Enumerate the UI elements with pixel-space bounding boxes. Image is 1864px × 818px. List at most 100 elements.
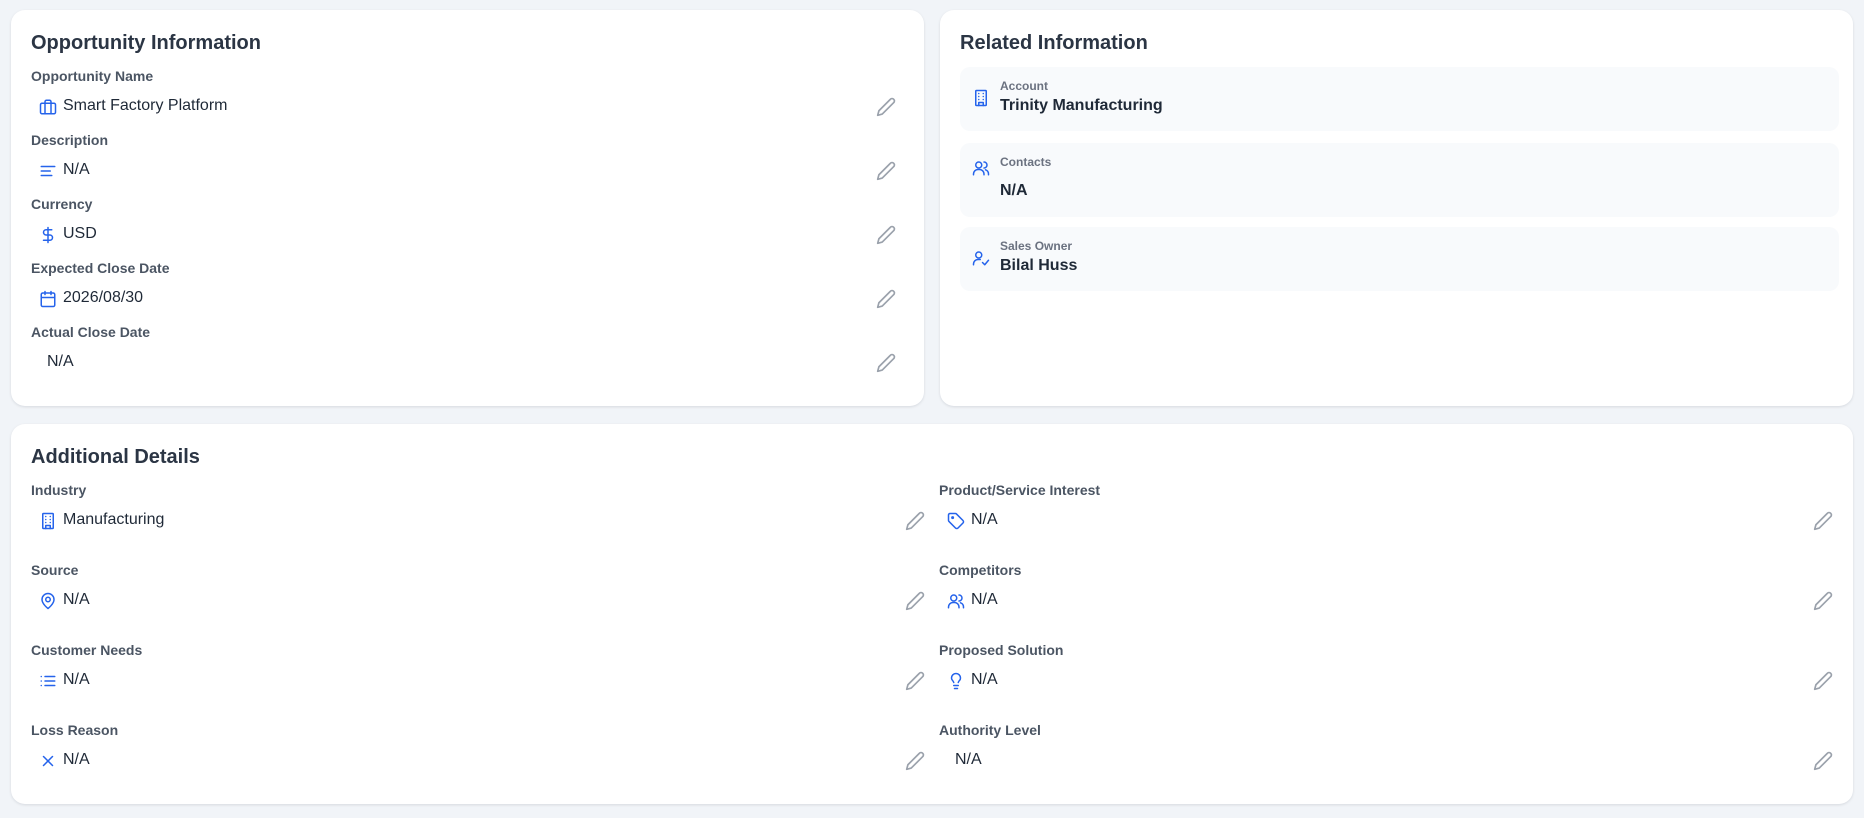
lightbulb-icon	[947, 672, 965, 690]
pencil-icon	[1813, 751, 1833, 771]
related-item-label: Contacts	[1000, 155, 1052, 169]
field-source: Source N/A	[31, 562, 931, 626]
field-value-row: N/A	[31, 664, 931, 698]
x-icon	[39, 752, 57, 770]
field-value: N/A	[955, 751, 982, 768]
related-item-account[interactable]: Account Trinity Manufacturing	[960, 67, 1839, 131]
related-information-title: Related Information	[960, 32, 1148, 54]
field-value-row: USD	[31, 218, 902, 252]
field-actual-close-date: Actual Close Date N/A	[31, 324, 902, 388]
tag-icon	[947, 512, 965, 530]
pencil-icon	[876, 353, 896, 373]
field-value: 2026/08/30	[63, 289, 144, 306]
briefcase-icon	[39, 98, 57, 116]
pencil-icon	[1813, 511, 1833, 531]
field-label: Source	[31, 562, 79, 578]
field-value: Manufacturing	[63, 511, 165, 528]
field-label: Proposed Solution	[939, 642, 1064, 658]
edit-loss-reason-button[interactable]	[903, 749, 927, 773]
field-value: N/A	[971, 671, 998, 688]
field-authority-level: Authority Level N/A	[939, 722, 1839, 786]
field-label: Customer Needs	[31, 642, 143, 658]
dollar-icon	[39, 226, 57, 244]
field-competitors: Competitors N/A	[939, 562, 1839, 626]
field-description: Description N/A	[31, 132, 902, 196]
field-value: N/A	[63, 591, 90, 608]
edit-actual-close-date-button[interactable]	[874, 351, 898, 375]
opportunity-information-card: Opportunity Information Opportunity Name…	[11, 10, 924, 406]
field-value-row: N/A	[939, 584, 1839, 618]
field-value-row: N/A	[31, 346, 902, 380]
field-value: N/A	[971, 591, 998, 608]
edit-industry-button[interactable]	[903, 509, 927, 533]
field-value-row: N/A	[939, 664, 1839, 698]
related-item-label: Account	[1000, 79, 1048, 93]
edit-currency-button[interactable]	[874, 223, 898, 247]
related-item-value: N/A	[1000, 182, 1028, 199]
calendar-icon	[39, 290, 57, 308]
field-opportunity-name: Opportunity Name Smart Factory Platform	[31, 68, 902, 132]
related-item-value: Trinity Manufacturing	[1000, 97, 1163, 114]
pencil-icon	[876, 97, 896, 117]
map-pin-icon	[39, 592, 57, 610]
related-item-sales-owner[interactable]: Sales Owner Bilal Huss	[960, 227, 1839, 291]
list-icon	[39, 672, 57, 690]
building-icon	[972, 89, 990, 107]
related-information-card: Related Information Account Trinity Manu…	[940, 10, 1853, 406]
field-label: Loss Reason	[31, 722, 119, 738]
building-icon	[39, 512, 57, 530]
related-item-label: Sales Owner	[1000, 239, 1073, 253]
pencil-icon	[876, 225, 896, 245]
related-item-contacts[interactable]: Contacts N/A	[960, 143, 1839, 217]
field-value-row: Smart Factory Platform	[31, 90, 902, 124]
edit-competitors-button[interactable]	[1811, 589, 1835, 613]
field-value-row: N/A	[939, 744, 1839, 778]
field-label: Opportunity Name	[31, 68, 154, 84]
user-check-icon	[972, 249, 990, 267]
field-label: Industry	[31, 482, 87, 498]
field-value-row: N/A	[939, 504, 1839, 538]
field-expected-close-date: Expected Close Date 2026/08/30	[31, 260, 902, 324]
field-label: Description	[31, 132, 109, 148]
field-label: Competitors	[939, 562, 1022, 578]
field-label: Currency	[31, 196, 93, 212]
field-value: N/A	[63, 671, 90, 688]
edit-proposed-solution-button[interactable]	[1811, 669, 1835, 693]
field-label: Actual Close Date	[31, 324, 151, 340]
edit-source-button[interactable]	[903, 589, 927, 613]
pencil-icon	[876, 161, 896, 181]
field-label: Product/Service Interest	[939, 482, 1101, 498]
pencil-icon	[905, 511, 925, 531]
edit-opportunity-name-button[interactable]	[874, 95, 898, 119]
field-currency: Currency USD	[31, 196, 902, 260]
additional-details-card: Additional Details Industry Manufacturin…	[11, 424, 1853, 804]
field-value-row: N/A	[31, 584, 931, 618]
pencil-icon	[876, 289, 896, 309]
field-value: N/A	[63, 161, 90, 178]
field-value-row: 2026/08/30	[31, 282, 902, 316]
field-value-row: Manufacturing	[31, 504, 931, 538]
field-industry: Industry Manufacturing	[31, 482, 931, 546]
field-proposed-solution: Proposed Solution N/A	[939, 642, 1839, 706]
field-label: Authority Level	[939, 722, 1041, 738]
edit-product-service-interest-button[interactable]	[1811, 509, 1835, 533]
additional-details-title: Additional Details	[31, 446, 200, 468]
pencil-icon	[905, 751, 925, 771]
field-product-service-interest: Product/Service Interest N/A	[939, 482, 1839, 546]
pencil-icon	[905, 591, 925, 611]
edit-authority-level-button[interactable]	[1811, 749, 1835, 773]
field-value: N/A	[971, 511, 998, 528]
field-value: Smart Factory Platform	[63, 97, 228, 114]
users-icon	[972, 159, 990, 177]
pencil-icon	[1813, 671, 1833, 691]
edit-customer-needs-button[interactable]	[903, 669, 927, 693]
edit-description-button[interactable]	[874, 159, 898, 183]
field-value: N/A	[47, 353, 74, 370]
related-item-value: Bilal Huss	[1000, 257, 1078, 274]
field-value: USD	[63, 225, 97, 242]
edit-expected-close-date-button[interactable]	[874, 287, 898, 311]
align-left-icon	[39, 162, 57, 180]
field-value-row: N/A	[31, 744, 931, 778]
users-icon	[947, 592, 965, 610]
pencil-icon	[1813, 591, 1833, 611]
